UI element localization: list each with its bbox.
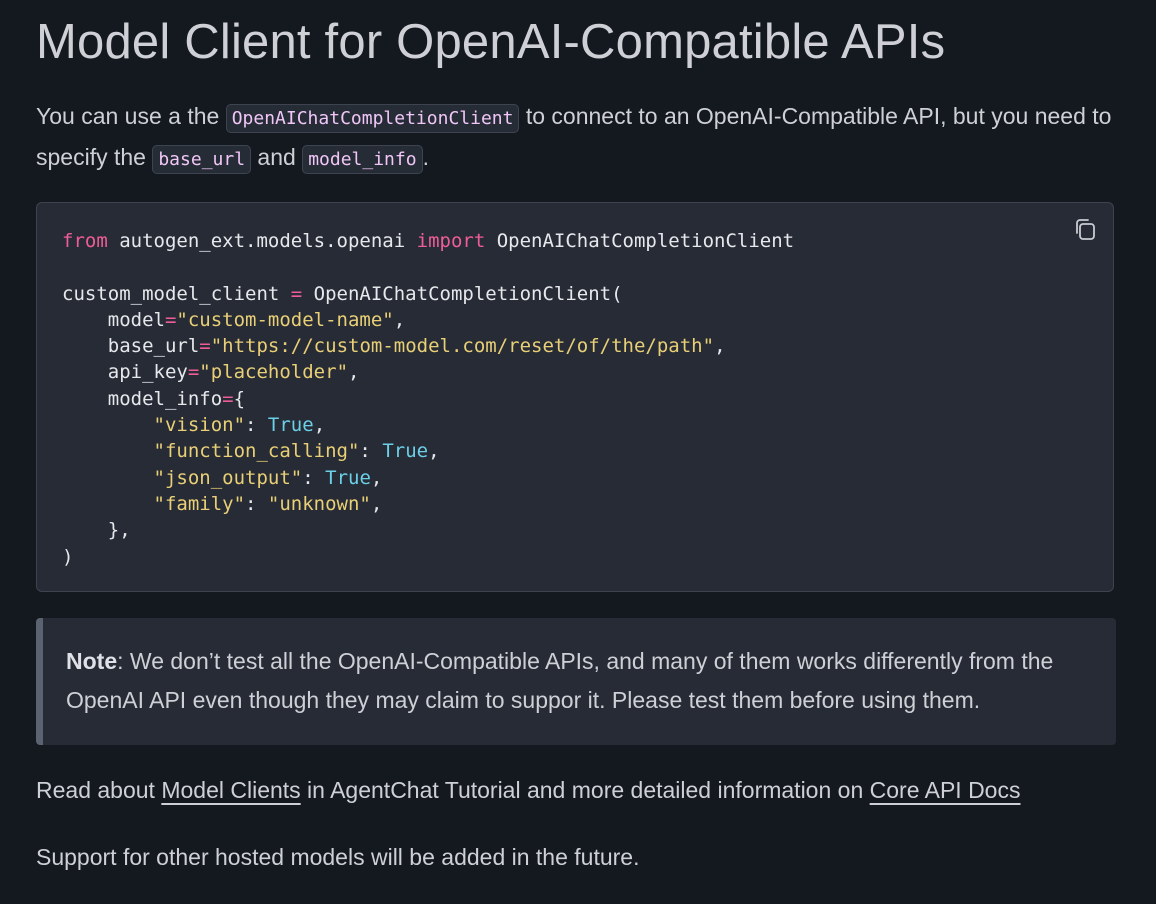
copy-button[interactable] (1071, 215, 1101, 245)
code-bool-true: True (325, 466, 371, 489)
code-brace-open: { (233, 387, 246, 410)
code-brace-close: }, (62, 519, 131, 542)
code-colon: : (245, 492, 268, 515)
code-keyword-import: import (416, 230, 486, 252)
code-equals: = (199, 335, 211, 358)
reference-prefix: Read about (36, 777, 162, 803)
code-equals: = (164, 308, 177, 331)
code-colon: : (302, 466, 326, 489)
intro-text-4: . (422, 144, 429, 170)
code-constructor: OpenAIChatCompletionClient( (302, 282, 623, 305)
code-string-api-key: "placeholder" (199, 361, 349, 384)
inline-code-base-url: base_url (152, 145, 252, 174)
code-comma: , (714, 335, 726, 358)
code-colon: : (245, 414, 268, 437)
note-callout: Note: We don’t test all the OpenAI-Compa… (36, 618, 1116, 745)
note-text: : We don’t test all the OpenAI-Compatibl… (66, 648, 1054, 713)
code-arg-model: model (62, 308, 165, 331)
docs-page: Model Client for OpenAI-Compatible APIs … (0, 0, 1156, 904)
code-comma: , (348, 361, 360, 384)
inline-code-client: OpenAIChatCompletionClient (225, 104, 520, 133)
code-imported-name: OpenAIChatCompletionClient (485, 230, 795, 252)
code-arg-model-info: model_info (62, 387, 223, 410)
code-comma: , (313, 414, 326, 437)
code-comma: , (370, 492, 383, 515)
code-comma: , (370, 466, 383, 489)
code-bool-true: True (267, 414, 314, 437)
code-module: autogen_ext.models.openai (107, 230, 417, 252)
code-key-function-calling: "function_calling" (153, 440, 360, 463)
code-arg-api-key: api_key (62, 361, 188, 384)
code-assign-op: = (290, 282, 303, 305)
code-equals: = (187, 361, 200, 384)
core-api-docs-link[interactable]: Core API Docs (870, 777, 1021, 803)
code-paren-close: ) (62, 545, 74, 568)
intro-text-3: and (251, 144, 303, 170)
code-variable: custom_model_client (62, 282, 291, 305)
reference-middle: in AgentChat Tutorial and more detailed … (300, 777, 870, 803)
copy-icon (1076, 219, 1095, 240)
code-key-family: "family" (153, 492, 246, 515)
code-comma: , (428, 440, 440, 463)
intro-text-1: You can use a the (36, 103, 226, 129)
code-arg-base-url: base_url (62, 335, 200, 358)
code-content: from autogen_ext.models.openai import Op… (62, 228, 794, 570)
code-string-base-url: "https://custom-model.com/reset/of/the/p… (210, 335, 715, 358)
note-label: Note (66, 648, 118, 674)
page-title: Model Client for OpenAI-Compatible APIs (36, 15, 946, 69)
code-string-family: "unknown" (267, 492, 371, 515)
model-clients-link[interactable]: Model Clients (161, 777, 300, 803)
code-comma: , (393, 308, 406, 331)
code-keyword-from: from (62, 230, 108, 252)
code-colon: : (359, 440, 383, 463)
future-support-paragraph: Support for other hosted models will be … (36, 844, 640, 870)
code-equals: = (222, 387, 234, 410)
intro-paragraph: You can use a the OpenAIChatCompletionCl… (36, 97, 1116, 179)
reference-paragraph: Read about Model Clients in AgentChat Tu… (36, 771, 1020, 810)
code-block: from autogen_ext.models.openai import Op… (36, 202, 1114, 592)
code-key-json-output: "json_output" (153, 466, 303, 489)
code-key-vision: "vision" (153, 414, 246, 437)
code-bool-true: True (382, 440, 429, 463)
inline-code-model-info: model_info (302, 145, 423, 174)
code-string-model: "custom-model-name" (176, 308, 394, 331)
